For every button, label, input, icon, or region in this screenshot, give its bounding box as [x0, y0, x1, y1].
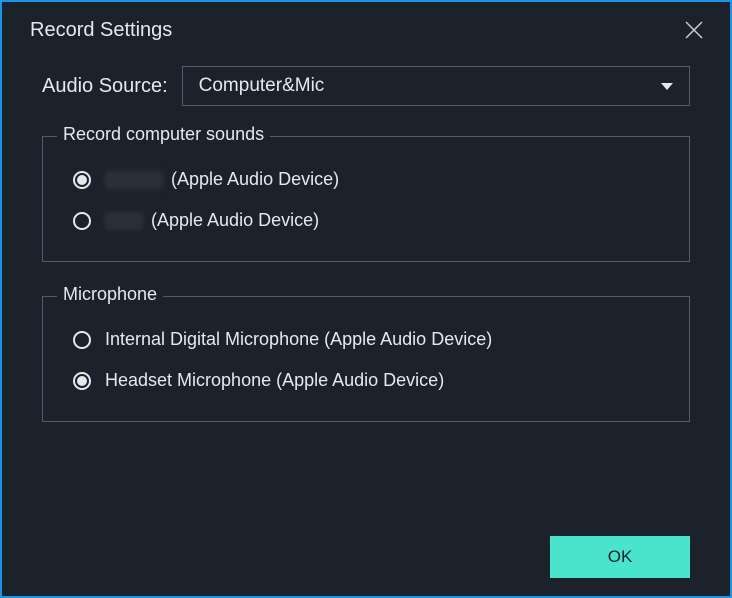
microphone-legend: Microphone: [57, 284, 163, 305]
microphone-option-2[interactable]: Headset Microphone (Apple Audio Device): [69, 360, 663, 401]
computer-sound-option-2[interactable]: (Apple Audio Device): [69, 200, 663, 241]
audio-source-select[interactable]: Computer&Mic: [182, 66, 690, 106]
titlebar: Record Settings: [2, 2, 730, 54]
microphone-option-1-label: Internal Digital Microphone (Apple Audio…: [105, 329, 492, 350]
close-icon: [684, 20, 704, 40]
record-settings-dialog: Record Settings Audio Source: Computer&M…: [2, 2, 730, 596]
audio-source-value: Computer&Mic: [199, 75, 325, 97]
computer-sound-option-1-label: (Apple Audio Device): [105, 169, 339, 190]
ok-button[interactable]: OK: [550, 536, 690, 578]
dialog-title: Record Settings: [30, 19, 172, 42]
chevron-down-icon: [661, 83, 673, 90]
radio-icon: [73, 171, 91, 189]
computer-sound-option-2-label: (Apple Audio Device): [105, 210, 319, 231]
computer-sound-option-1[interactable]: (Apple Audio Device): [69, 159, 663, 200]
obscured-text: [105, 171, 163, 189]
close-button[interactable]: [682, 18, 706, 42]
computer-sounds-legend: Record computer sounds: [57, 124, 270, 145]
computer-sounds-group: Record computer sounds (Apple Audio Devi…: [42, 136, 690, 262]
microphone-option-2-label: Headset Microphone (Apple Audio Device): [105, 370, 444, 391]
radio-icon: [73, 372, 91, 390]
audio-source-label: Audio Source:: [42, 75, 168, 98]
obscured-text: [105, 212, 143, 230]
dialog-content: Audio Source: Computer&Mic Record comput…: [2, 54, 730, 596]
radio-icon: [73, 331, 91, 349]
microphone-group: Microphone Internal Digital Microphone (…: [42, 296, 690, 422]
audio-source-row: Audio Source: Computer&Mic: [42, 66, 690, 106]
radio-icon: [73, 212, 91, 230]
button-row: OK: [42, 526, 690, 578]
microphone-option-1[interactable]: Internal Digital Microphone (Apple Audio…: [69, 319, 663, 360]
